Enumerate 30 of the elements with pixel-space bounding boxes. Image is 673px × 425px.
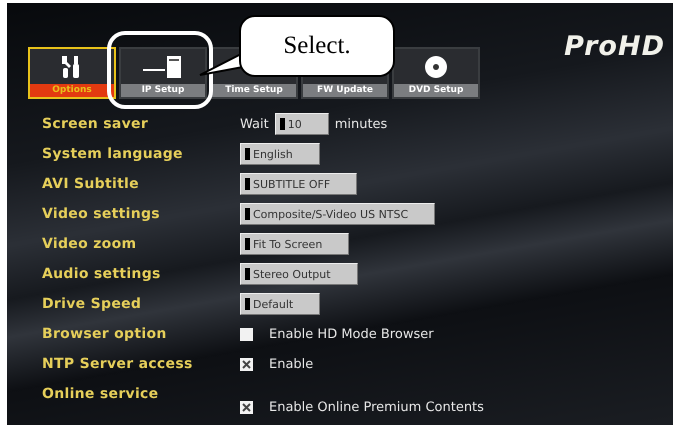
setting-label: Screen saver xyxy=(42,116,150,132)
checkbox-label: Enable Online Premium Contents xyxy=(269,400,484,414)
callout-tooltip: Select. xyxy=(239,15,395,77)
dropdown[interactable]: SUBTITLE OFF xyxy=(240,173,358,195)
dropdown[interactable]: English xyxy=(240,143,320,165)
disc-icon xyxy=(423,54,449,80)
setting-label: Browser option xyxy=(42,326,168,342)
tab[interactable]: IP Setup xyxy=(119,47,207,99)
dropdown[interactable]: Fit To Screen xyxy=(240,233,350,255)
setting-label: NTP Server access xyxy=(42,356,194,372)
prefix-text: Wait xyxy=(240,116,269,132)
setting-label: Online service xyxy=(42,386,160,402)
checkbox-label: Enable HD Mode Browser xyxy=(269,326,434,342)
dropdown[interactable]: 10 xyxy=(274,113,329,135)
setting-label: System language xyxy=(42,146,184,162)
setting-label: AVI Subtitle xyxy=(42,176,140,192)
dropdown[interactable]: Stereo Output xyxy=(240,263,358,285)
dropdown[interactable]: Composite/S-Video US NTSC xyxy=(240,203,436,225)
checkbox[interactable] xyxy=(240,400,253,414)
tab[interactable]: DVD Setup xyxy=(392,47,480,99)
setting-label: Video zoom xyxy=(42,236,138,252)
setting-label: Drive Speed xyxy=(42,296,142,312)
suffix-text: minutes xyxy=(334,116,388,132)
checkbox[interactable] xyxy=(240,328,253,340)
logo: ProHD xyxy=(564,31,665,64)
setting-label: Video settings xyxy=(42,206,161,222)
dropdown[interactable]: Default xyxy=(240,293,320,315)
checkbox[interactable] xyxy=(240,358,253,370)
setting-label: Audio settings xyxy=(42,266,162,282)
checkbox-label: Enable xyxy=(269,356,314,372)
